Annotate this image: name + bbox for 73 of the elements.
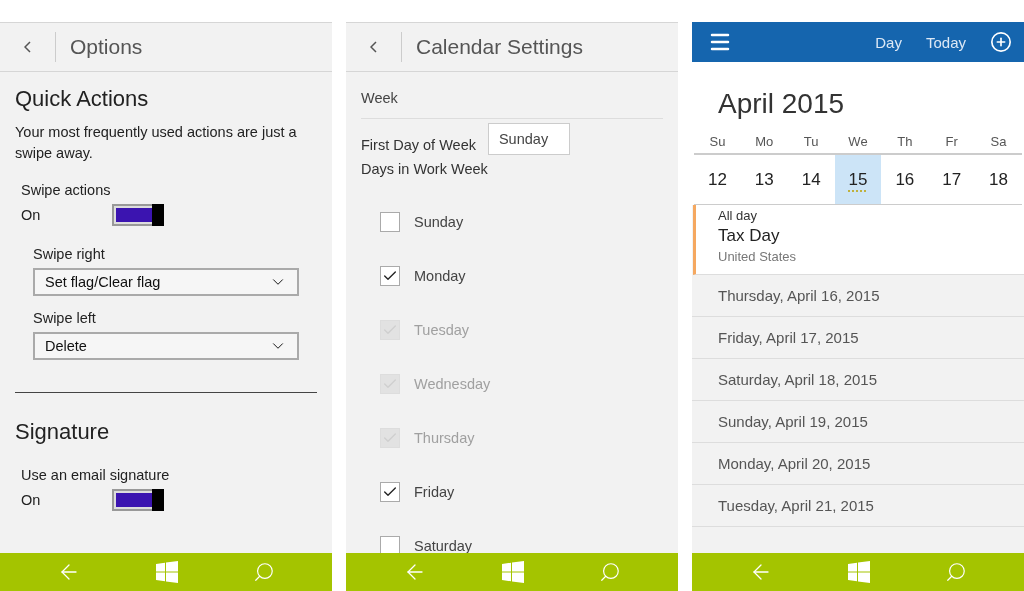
dropdown-label: Swipe right [33,246,106,262]
checkbox[interactable] [380,212,400,232]
day-row[interactable]: Thursday, April 16, 2015 [692,275,1024,317]
search-icon [252,561,275,583]
checkbox-label: Wednesday [414,376,491,392]
checkbox-label: Tuesday [414,322,470,338]
date-cell[interactable]: 17 [928,153,976,205]
section-description: Your most frequently used actions are just a swipe away. [15,123,298,163]
date-cell[interactable]: 14 [787,153,835,205]
event-card[interactable]: All day Tax Day United States [693,205,1024,275]
plus-circle-icon [990,31,1012,53]
dropdown[interactable]: Set flag/Clear flag [33,268,299,296]
dropdown-value: Set flag/Clear flag [45,274,161,290]
day-row[interactable]: Tuesday, April 21, 2015 [692,485,1024,527]
toggle-label: Swipe actions [21,182,112,198]
dropdown-label: Swipe left [33,310,97,326]
windows-logo-icon [156,561,178,583]
weekday-label: Fr [944,134,959,151]
windows-logo-icon [502,561,524,583]
chevron-left-icon [24,41,31,53]
weekday-label: We [847,134,869,151]
page-title: Calendar Settings [416,35,583,59]
toggle-state: On [21,492,42,508]
start-button[interactable] [848,561,870,583]
toggle-state: On [21,207,42,223]
checkbox[interactable] [380,536,400,553]
group-heading: Week [361,90,663,119]
weekday-label: Su [708,134,727,151]
weekday-label: Tu [802,134,820,151]
header-button[interactable]: Day [875,33,902,51]
toggle-label: Use an email signature [21,467,171,483]
section-heading: Quick Actions [15,86,150,112]
date-cell[interactable]: 13 [740,153,788,205]
chevron-left-icon [370,41,377,53]
first-day-field[interactable]: Sunday [487,123,570,155]
day-row[interactable]: Sunday, April 19, 2015 [692,401,1024,443]
day-row[interactable]: Monday, April 20, 2015 [692,443,1024,485]
date-cell[interactable]: 18 [975,153,1022,205]
checkbox-label: Sunday [414,214,464,230]
start-button[interactable] [156,561,178,583]
search-icon [944,561,967,583]
add-button[interactable] [990,31,1012,53]
day-row[interactable]: Saturday, April 18, 2015 [692,359,1024,401]
toggle-switch[interactable] [112,489,164,511]
checkbox[interactable] [380,482,400,502]
search-button[interactable] [598,561,621,583]
date-cell[interactable]: 15 [834,153,882,205]
search-button[interactable] [944,561,967,583]
search-button[interactable] [252,561,275,583]
date-cell[interactable]: 16 [881,153,929,205]
work-week-label: Days in Work Week [361,161,489,177]
start-button[interactable] [502,561,524,583]
section-heading: Signature [15,419,111,445]
weekday-label: Th [896,134,914,151]
field-label: First Day of Week [361,137,476,153]
event-subtitle: United States [718,249,798,264]
checkbox-label: Friday [414,484,455,500]
checkbox-label: Monday [414,268,466,284]
date-cell[interactable]: 12 [694,153,741,205]
event-title: Tax Day [718,226,781,246]
weekday-label: Mo [754,134,775,151]
day-row[interactable]: Friday, April 17, 2015 [692,317,1024,359]
weekday-label: Sa [989,134,1008,151]
dropdown[interactable]: Delete [33,332,299,360]
search-icon [598,561,621,583]
dropdown-value: Delete [45,338,87,354]
header-button[interactable]: Today [925,33,966,51]
checkbox-label: Thursday [414,430,475,446]
event-time: All day [718,208,759,223]
page-title: Options [70,35,143,59]
checkbox[interactable] [380,266,400,286]
windows-logo-icon [848,561,870,583]
toggle-switch[interactable] [112,204,164,226]
